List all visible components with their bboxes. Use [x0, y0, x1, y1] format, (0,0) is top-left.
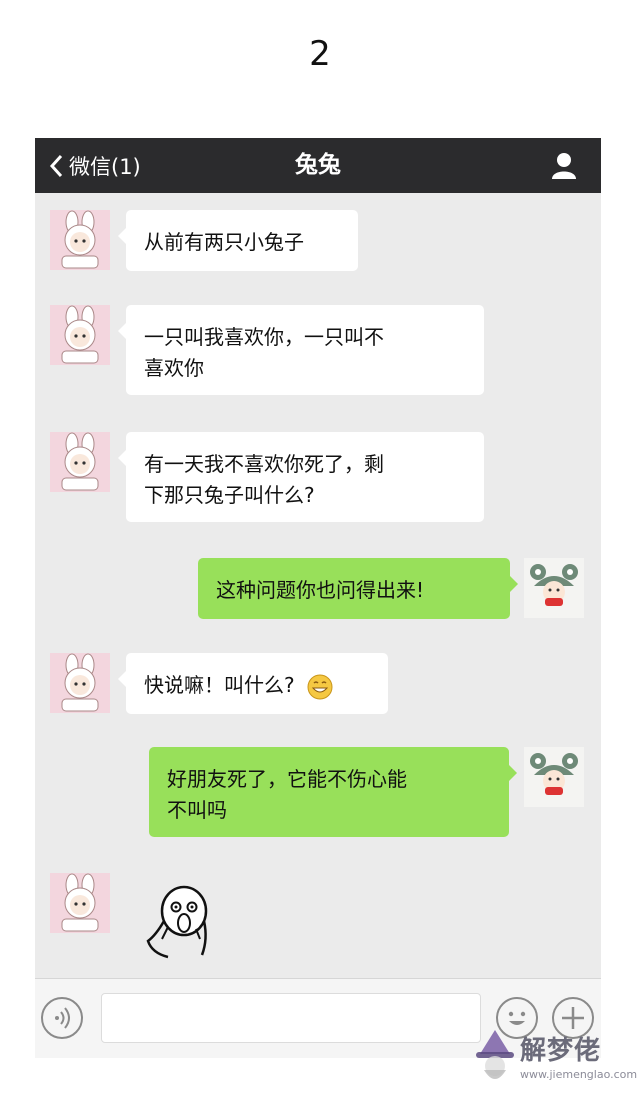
grinning-sweat-emoji-icon	[307, 674, 333, 699]
bunny-avatar-icon	[50, 210, 110, 270]
my-avatar[interactable]	[524, 747, 584, 807]
voice-button[interactable]	[41, 997, 83, 1039]
contact-avatar[interactable]	[50, 653, 110, 713]
watermark: 解梦佬 www.jiemenglao.com	[468, 1018, 640, 1101]
shocked-face-sticker[interactable]	[138, 881, 218, 961]
watermark-url: www.jiemenglao.com	[520, 1068, 638, 1081]
watermark-text: 解梦佬	[520, 1036, 602, 1066]
chat-screen: 微信(1) 兔兔 从前有两只小兔子 一只叫我喜欢你，一只叫不 喜欢你 有一天我不…	[35, 138, 601, 1058]
message-input[interactable]	[101, 993, 481, 1043]
wizard-logo-icon	[476, 1030, 514, 1079]
voice-wave-icon	[55, 1007, 70, 1029]
message-bubble[interactable]: 有一天我不喜欢你死了，剩 下那只兔子叫什么?	[118, 432, 484, 522]
contact-avatar[interactable]	[50, 210, 110, 270]
page-number: 2	[309, 34, 331, 74]
chat-title: 兔兔	[295, 152, 341, 178]
my-avatar[interactable]	[524, 558, 584, 618]
contact-avatar[interactable]	[50, 873, 110, 933]
navbar: 微信(1) 兔兔	[35, 138, 601, 193]
message-bubble[interactable]: 好朋友死了，它能不伤心能 不叫吗	[149, 747, 517, 837]
frog-hat-avatar-icon	[524, 747, 584, 807]
bunny-avatar-icon	[50, 305, 110, 365]
contact-avatar[interactable]	[50, 305, 110, 365]
bunny-avatar-icon	[50, 653, 110, 713]
message-bubble[interactable]: 一只叫我喜欢你，一只叫不 喜欢你	[118, 305, 484, 395]
bunny-avatar-icon	[50, 873, 110, 933]
bunny-avatar-icon	[50, 432, 110, 492]
person-icon[interactable]	[549, 150, 579, 180]
frog-hat-avatar-icon	[524, 558, 584, 618]
contact-avatar[interactable]	[50, 432, 110, 492]
message-bubble[interactable]: 这种问题你也问得出来!	[198, 558, 518, 619]
message-bubble[interactable]: 从前有两只小兔子	[118, 210, 358, 271]
message-bubble[interactable]: 快说嘛！叫什么?	[118, 653, 388, 714]
